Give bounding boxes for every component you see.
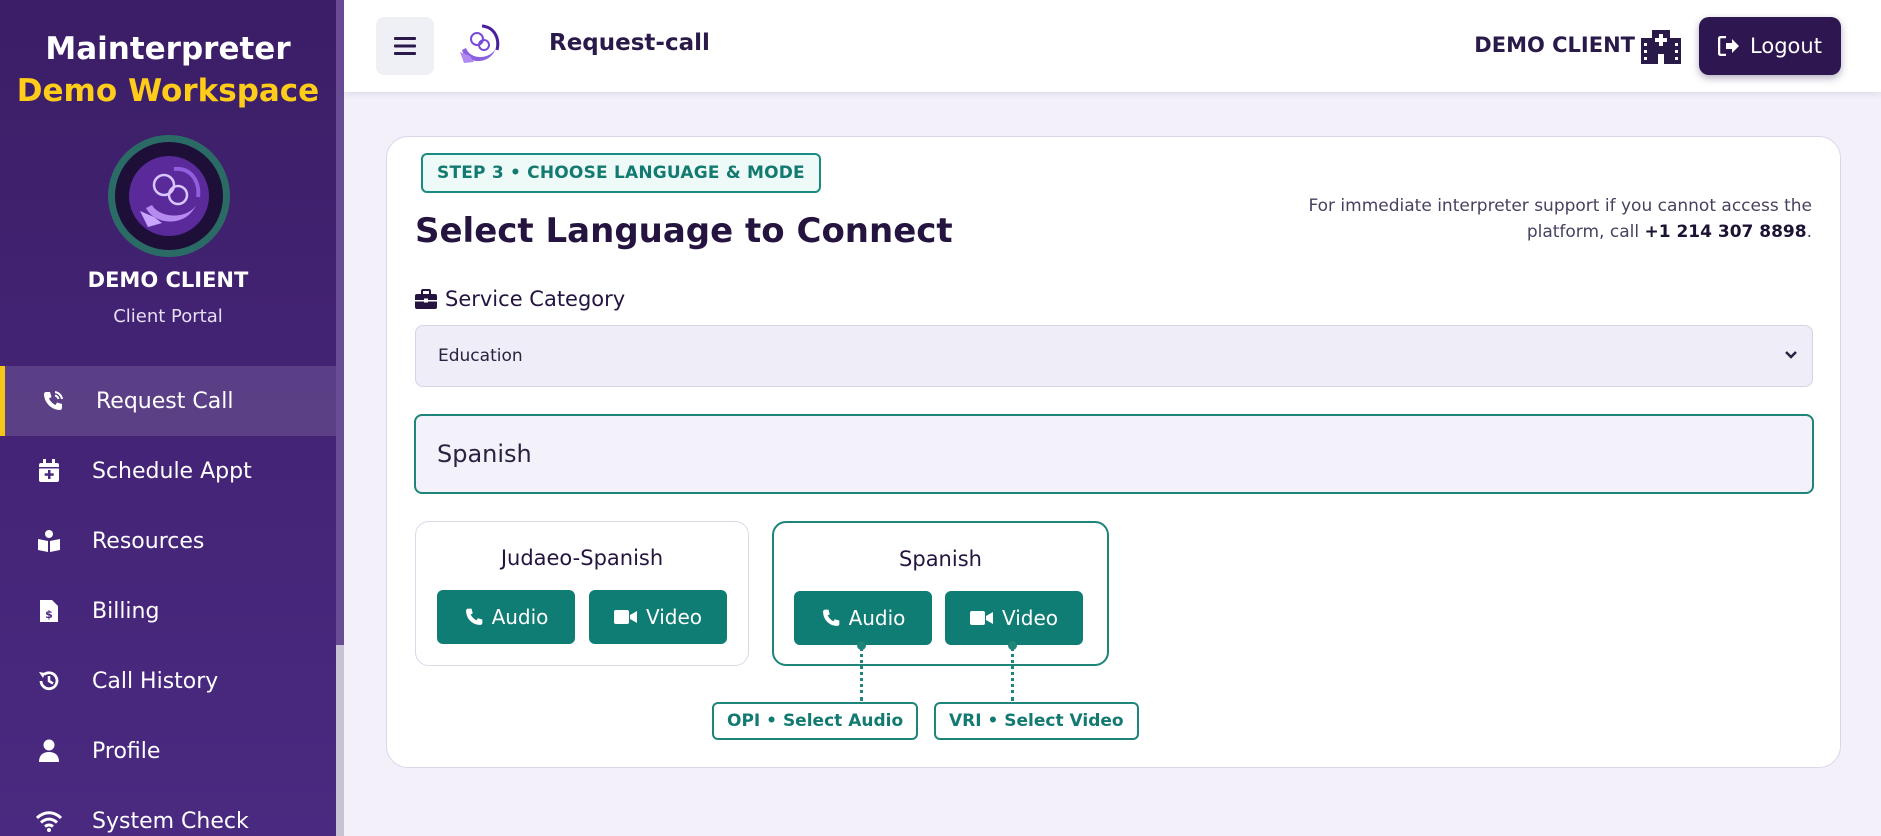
card-title: Select Language to Connect <box>415 211 953 251</box>
sign-out-icon <box>1718 36 1740 56</box>
sidebar-item-billing[interactable]: $ Billing <box>0 576 336 646</box>
logout-label: Logout <box>1750 34 1822 58</box>
sidebar-scrollbar-thumb[interactable] <box>336 0 344 645</box>
service-category-label: Service Category <box>415 287 625 311</box>
history-icon <box>36 668 62 694</box>
sidebar-client-name: DEMO CLIENT <box>87 268 249 292</box>
video-camera-icon <box>613 610 637 624</box>
sidebar-item-label: System Check <box>92 808 249 834</box>
sidebar-item-label: Resources <box>92 528 205 554</box>
sidebar-item-system-check[interactable]: System Check <box>0 786 336 836</box>
service-category-value: Education <box>438 346 523 366</box>
language-card-spanish: Spanish Audio Video <box>772 521 1109 666</box>
video-label: Video <box>1001 606 1059 630</box>
brand-line-1: Mainterpreter <box>45 31 291 67</box>
interpreter-logo-icon <box>129 156 209 236</box>
sidebar-nav: Request Call Schedule Appt Resources $ B… <box>0 366 336 836</box>
svg-text:$: $ <box>45 608 53 621</box>
audio-button[interactable]: Audio <box>794 591 932 645</box>
sidebar-item-profile[interactable]: Profile <box>0 716 336 786</box>
video-camera-icon <box>969 611 993 625</box>
sidebar: Mainterpreter Demo Workspace DEMO CLIENT… <box>0 0 344 836</box>
sidebar-item-resources[interactable]: Resources <box>0 506 336 576</box>
sidebar-item-request-call[interactable]: Request Call <box>0 366 336 436</box>
page-title: Request-call <box>549 30 710 56</box>
logout-button[interactable]: Logout <box>1699 17 1841 75</box>
top-bar: Request-call DEMO CLIENT Logout <box>344 0 1881 92</box>
phone-volume-icon <box>40 388 66 414</box>
calendar-plus-icon <box>36 458 62 484</box>
opi-audio-tag: OPI • Select Audio <box>712 702 919 740</box>
sidebar-item-label: Schedule Appt <box>92 458 252 484</box>
service-category-select[interactable]: Education <box>415 325 1813 387</box>
user-icon <box>36 738 62 764</box>
sidebar-item-label: Call History <box>92 668 219 694</box>
vri-video-tag: VRI • Select Video <box>934 702 1139 740</box>
wifi-icon <box>36 808 62 834</box>
video-label: Video <box>645 605 703 629</box>
sidebar-item-label: Request Call <box>96 388 234 414</box>
sidebar-item-schedule-appt[interactable]: Schedule Appt <box>0 436 336 506</box>
book-reader-icon <box>36 528 62 554</box>
language-search-input[interactable]: Spanish <box>414 414 1814 494</box>
language-name: Judaeo-Spanish <box>500 546 664 570</box>
audio-label: Audio <box>848 606 906 630</box>
video-button[interactable]: Video <box>945 591 1083 645</box>
language-selection-card: STEP 3 • CHOOSE LANGUAGE & MODE Select L… <box>386 136 1841 768</box>
client-avatar <box>108 135 230 257</box>
hospital-building-icon <box>1641 30 1681 64</box>
brand-line-2: Demo Workspace <box>16 73 320 109</box>
sidebar-item-call-history[interactable]: Call History <box>0 646 336 716</box>
sidebar-item-label: Billing <box>92 598 160 624</box>
phone-icon <box>465 608 482 625</box>
service-category-text: Service Category <box>445 287 626 311</box>
step-badge: STEP 3 • CHOOSE LANGUAGE & MODE <box>421 153 821 193</box>
support-note: For immediate interpreter support if you… <box>1252 193 1812 245</box>
language-search-value: Spanish <box>437 440 532 468</box>
top-client-name: DEMO CLIENT <box>1474 33 1635 57</box>
chevron-down-icon <box>1785 351 1797 359</box>
app-logo-icon <box>458 24 500 66</box>
invoice-dollar-icon: $ <box>36 598 62 624</box>
language-card-judaeo-spanish: Judaeo-Spanish Audio Video <box>415 521 749 666</box>
hamburger-icon <box>394 37 416 55</box>
audio-button[interactable]: Audio <box>437 590 575 644</box>
support-phone: +1 214 307 8898 <box>1644 222 1807 242</box>
video-button[interactable]: Video <box>589 590 727 644</box>
sidebar-item-label: Profile <box>92 738 161 764</box>
menu-toggle-button[interactable] <box>376 17 434 75</box>
brand-title: Mainterpreter Demo Workspace <box>0 28 336 112</box>
audio-label: Audio <box>491 605 549 629</box>
sidebar-client-subtitle: Client Portal <box>113 306 223 327</box>
support-end: . <box>1806 222 1812 242</box>
audio-connector-line <box>860 647 863 701</box>
briefcase-icon <box>415 289 437 309</box>
video-connector-line <box>1011 647 1014 701</box>
phone-icon <box>822 609 839 626</box>
language-name: Spanish <box>899 547 982 571</box>
